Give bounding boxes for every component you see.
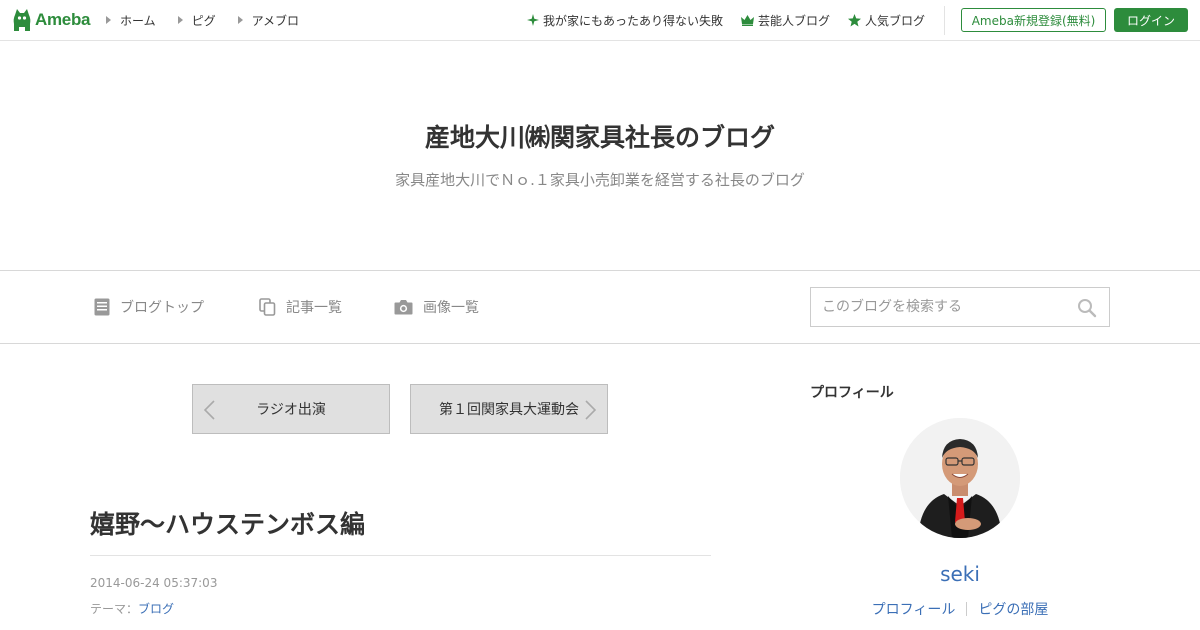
blog-nav-image-list[interactable]: 画像一覧 xyxy=(394,271,479,343)
nav-home-label: ホーム xyxy=(120,13,156,28)
article-date: 2014-06-24 05:37:03 xyxy=(90,576,218,590)
triangle-right-icon xyxy=(106,16,111,24)
ameba-mascot-icon xyxy=(13,9,31,31)
nav-ameblo-label: アメブロ xyxy=(251,13,300,28)
profile-links-divider xyxy=(966,602,968,616)
blog-search xyxy=(810,287,1110,327)
article-theme-prefix: テーマ： xyxy=(90,602,139,616)
profile-name[interactable]: seki xyxy=(810,562,1110,586)
promo-link-popular-blog[interactable]: 人気ブログ xyxy=(848,12,925,29)
next-entry-button[interactable]: 第１回関家具大運動会 xyxy=(410,384,608,434)
profile-photo xyxy=(900,418,1020,538)
nav-pigg-label: ピグ xyxy=(191,13,216,28)
chevron-left-icon xyxy=(203,400,215,420)
article-theme: テーマ：ブログ xyxy=(90,600,174,617)
nav-home[interactable]: ホーム xyxy=(106,12,156,29)
blog-nav-entry-list[interactable]: 記事一覧 xyxy=(259,271,342,343)
article-theme-link[interactable]: ブログ xyxy=(138,602,174,616)
article-title-divider xyxy=(90,555,711,556)
promo-link-failure-label: 我が家にもあったあり得ない失敗 xyxy=(543,13,724,28)
promo-link-popular-blog-label: 人気ブログ xyxy=(865,13,926,28)
login-button[interactable]: ログイン xyxy=(1114,8,1188,32)
ameba-logo[interactable]: Ameba xyxy=(12,7,90,33)
copy-icon xyxy=(259,298,276,316)
promo-links: 我が家にもあったあり得ない失敗 芸能人ブログ 人気ブログ xyxy=(527,0,943,40)
blog-title[interactable]: 産地大川㈱関家具社長のブログ xyxy=(0,118,1200,154)
nav-pigg[interactable]: ピグ xyxy=(177,12,216,29)
triangle-right-icon xyxy=(177,16,183,24)
avatar[interactable] xyxy=(900,418,1020,538)
article-title[interactable]: 嬉野～ハウステンボス編 xyxy=(90,505,365,541)
blog-nav-top[interactable]: ブログトップ xyxy=(94,271,204,343)
triangle-right-icon xyxy=(237,16,243,24)
blog-nav-top-label: ブログトップ xyxy=(120,300,204,316)
promo-link-failure[interactable]: 我が家にもあったあり得ない失敗 xyxy=(527,12,723,29)
register-button[interactable]: Ameba新規登録(無料) xyxy=(961,8,1106,32)
document-icon xyxy=(94,298,110,316)
blog-subtitle: 家具産地大川でＮｏ.１家具小売卸業を経営する社長のブログ xyxy=(395,171,805,189)
crown-icon xyxy=(741,14,755,26)
star-icon xyxy=(848,13,862,26)
logo-text: Ameba xyxy=(35,10,91,29)
next-entry-label: 第１回関家具大運動会 xyxy=(439,402,579,418)
global-header: Ameba ホーム ピグ アメブロ 我が家にもあったあり得ない失敗 芸能人ブログ… xyxy=(0,0,1200,41)
promo-link-celebrity-blog-label: 芸能人ブログ xyxy=(758,13,831,28)
chevron-right-icon xyxy=(585,400,597,420)
prev-entry-button[interactable]: ラジオ出演 xyxy=(192,384,390,434)
pigg-room-link[interactable]: ピグの部屋 xyxy=(978,599,1048,619)
profile-heading: プロフィール xyxy=(810,385,894,401)
search-input[interactable] xyxy=(811,288,1071,326)
blog-nav: ブログトップ 記事一覧 画像一覧 xyxy=(0,270,1200,344)
prev-entry-label: ラジオ出演 xyxy=(256,402,326,418)
promo-link-celebrity-blog[interactable]: 芸能人ブログ xyxy=(741,12,830,29)
blog-nav-entry-list-label: 記事一覧 xyxy=(286,300,342,316)
header-divider xyxy=(944,6,945,35)
search-icon[interactable] xyxy=(1077,298,1097,318)
blog-nav-image-list-label: 画像一覧 xyxy=(423,300,479,316)
camera-icon xyxy=(394,300,413,315)
nav-ameblo[interactable]: アメブロ xyxy=(237,12,300,29)
profile-links: プロフィール ピグの部屋 xyxy=(810,599,1110,619)
profile-link[interactable]: プロフィール xyxy=(872,599,956,619)
global-nav: ホーム ピグ アメブロ xyxy=(106,0,321,40)
sparkle-icon xyxy=(527,14,539,26)
